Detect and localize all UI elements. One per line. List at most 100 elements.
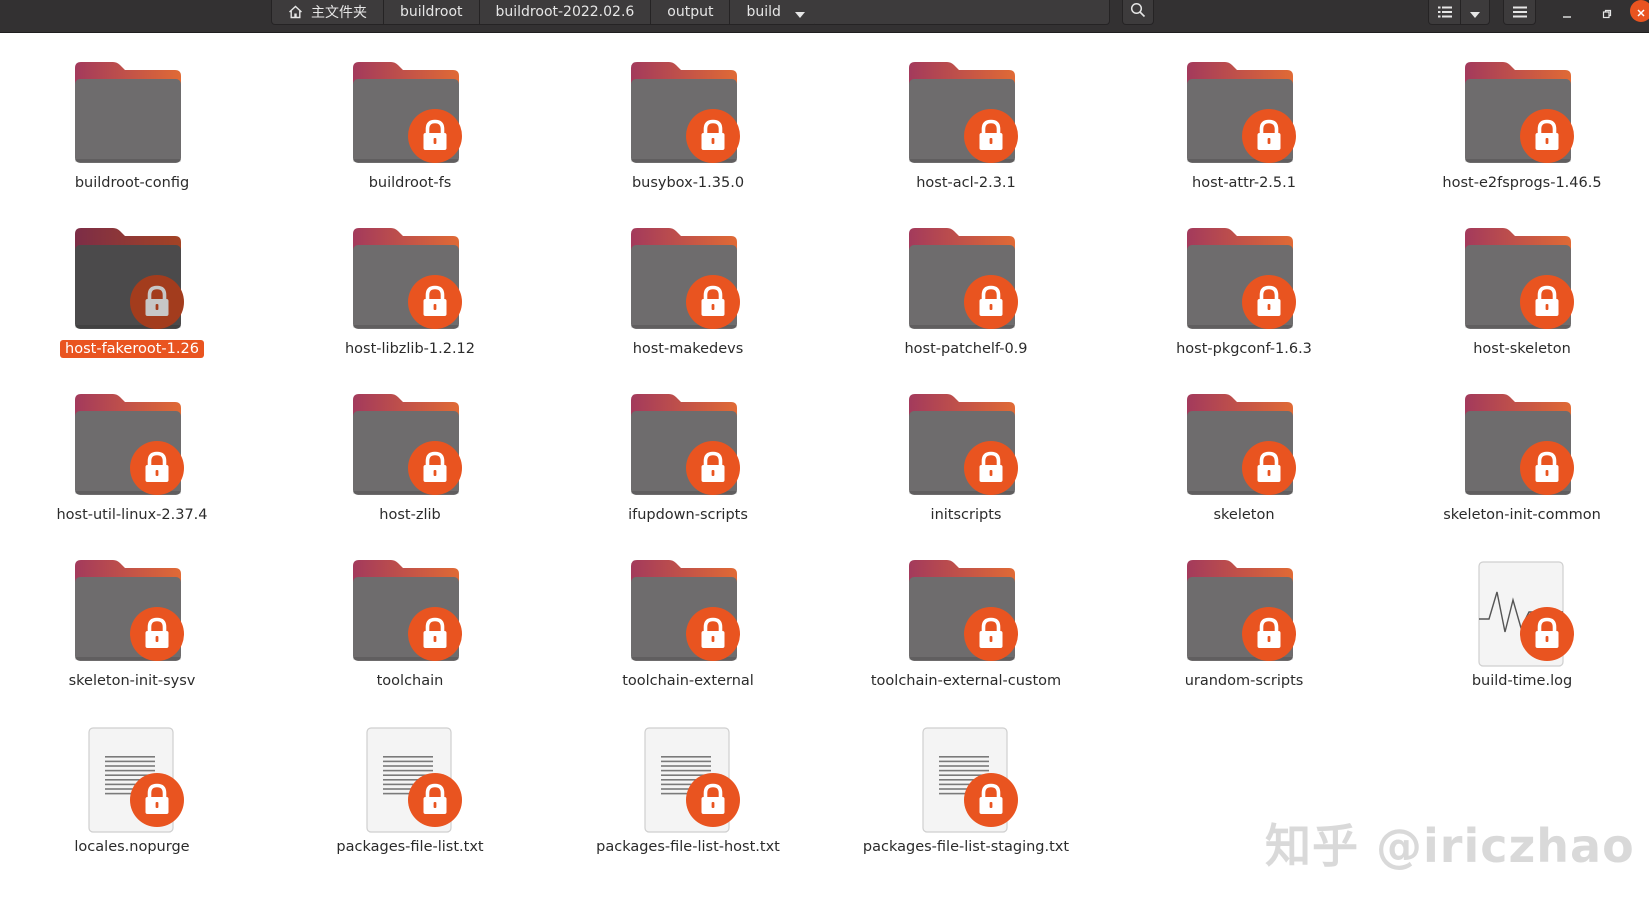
file-item-icon: [63, 720, 193, 840]
breadcrumb-label: build: [746, 4, 781, 20]
file-item-icon: [63, 388, 193, 508]
minimize-icon: [1562, 4, 1572, 23]
search-button[interactable]: [1122, 0, 1154, 25]
file-item[interactable]: host-util-linux-2.37.4: [0, 368, 260, 528]
file-item[interactable]: toolchain-external-custom: [834, 534, 1094, 694]
file-item[interactable]: urandom-scripts: [1112, 534, 1372, 694]
file-item-icon: [1453, 554, 1583, 674]
file-item-label: skeleton: [1112, 507, 1376, 523]
lock-icon: [1242, 607, 1296, 661]
main-menu-button[interactable]: [1503, 0, 1536, 25]
lock-icon: [686, 441, 740, 495]
file-item[interactable]: host-patchelf-0.9: [834, 202, 1094, 362]
file-item-name: buildroot-fs: [368, 175, 452, 191]
lock-icon: [1242, 441, 1296, 495]
file-item[interactable]: skeleton: [1112, 368, 1372, 528]
file-item-icon: [341, 222, 471, 342]
file-item-icon: [897, 388, 1027, 508]
file-item[interactable]: busybox-1.35.0: [556, 36, 816, 196]
file-item-name: urandom-scripts: [1184, 673, 1304, 689]
file-item[interactable]: buildroot-config: [0, 36, 260, 196]
file-item[interactable]: packages-file-list.txt: [278, 700, 538, 860]
file-item-name: toolchain-external-custom: [870, 673, 1062, 689]
file-item-icon: [63, 56, 193, 176]
chevron-down-icon: [1470, 3, 1480, 22]
path-bar-empty-area[interactable]: [815, 0, 1110, 25]
file-item[interactable]: build-time.log: [1390, 534, 1649, 694]
file-item-icon: [341, 720, 471, 840]
list-view-icon: [1437, 3, 1452, 22]
file-item-icon: [897, 554, 1027, 674]
file-item-name: host-patchelf-0.9: [904, 341, 1028, 357]
file-item-icon: [63, 554, 193, 674]
file-item-name: toolchain-external: [622, 673, 754, 689]
file-item-icon: [619, 56, 749, 176]
lock-icon: [408, 773, 462, 827]
file-item[interactable]: toolchain: [278, 534, 538, 694]
file-item[interactable]: toolchain-external: [556, 534, 816, 694]
file-item[interactable]: ifupdown-scripts: [556, 368, 816, 528]
folder-icon: [75, 62, 181, 163]
lock-icon: [1520, 441, 1574, 495]
breadcrumb-build[interactable]: build: [730, 0, 790, 24]
file-item[interactable]: buildroot-fs: [278, 36, 538, 196]
file-item[interactable]: host-acl-2.3.1: [834, 36, 1094, 196]
file-item[interactable]: skeleton-init-sysv: [0, 534, 260, 694]
file-item-label: urandom-scripts: [1112, 673, 1376, 689]
file-item[interactable]: host-attr-2.5.1: [1112, 36, 1372, 196]
file-item-name: host-skeleton: [1473, 341, 1571, 357]
breadcrumb-home[interactable]: 主文件夹: [272, 0, 384, 24]
file-item-label: host-skeleton: [1390, 341, 1649, 357]
file-item[interactable]: host-skeleton: [1390, 202, 1649, 362]
file-item[interactable]: host-e2fsprogs-1.46.5: [1390, 36, 1649, 196]
chevron-down-icon: [794, 3, 805, 22]
file-item-name: host-makedevs: [632, 341, 744, 357]
file-item[interactable]: packages-file-list-host.txt: [556, 700, 816, 860]
lock-icon: [130, 275, 184, 329]
minimize-button[interactable]: [1556, 2, 1578, 24]
file-item[interactable]: packages-file-list-staging.txt: [834, 700, 1094, 860]
view-toggle-button[interactable]: [1428, 0, 1461, 25]
file-item[interactable]: host-fakeroot-1.26: [0, 202, 260, 362]
lock-icon: [130, 773, 184, 827]
breadcrumb-buildroot[interactable]: buildroot: [384, 0, 480, 24]
file-item-label: host-libzlib-1.2.12: [278, 341, 542, 357]
lock-icon: [408, 275, 462, 329]
close-button[interactable]: [1630, 0, 1649, 22]
file-item[interactable]: host-pkgconf-1.6.3: [1112, 202, 1372, 362]
file-item-icon: [1453, 388, 1583, 508]
file-item-label: packages-file-list.txt: [278, 839, 542, 855]
file-item-label: packages-file-list-staging.txt: [834, 839, 1098, 855]
file-item-label: skeleton-init-common: [1390, 507, 1649, 523]
file-item-name: host-attr-2.5.1: [1192, 175, 1296, 191]
file-item[interactable]: host-makedevs: [556, 202, 816, 362]
file-item[interactable]: initscripts: [834, 368, 1094, 528]
file-item[interactable]: host-libzlib-1.2.12: [278, 202, 538, 362]
file-item-name: busybox-1.35.0: [631, 175, 745, 191]
file-item-icon: [619, 554, 749, 674]
close-icon: [1637, 2, 1645, 21]
lock-icon: [1242, 109, 1296, 163]
file-item[interactable]: skeleton-init-common: [1390, 368, 1649, 528]
lock-icon: [686, 109, 740, 163]
breadcrumb-home-label: 主文件夹: [311, 5, 367, 21]
restore-button[interactable]: [1596, 2, 1618, 24]
lock-icon: [408, 109, 462, 163]
lock-icon: [964, 109, 1018, 163]
file-item-name: packages-file-list.txt: [336, 839, 484, 855]
file-item-name: skeleton-init-common: [1443, 507, 1601, 523]
file-item-name: host-acl-2.3.1: [916, 175, 1016, 191]
file-item-name: locales.nopurge: [74, 839, 190, 855]
breadcrumb-dropdown-button[interactable]: [791, 0, 817, 24]
file-item-name: host-libzlib-1.2.12: [344, 341, 476, 357]
file-item-icon: [1453, 222, 1583, 342]
file-item[interactable]: host-zlib: [278, 368, 538, 528]
file-item-label: toolchain: [278, 673, 542, 689]
breadcrumb-label: output: [667, 4, 714, 20]
breadcrumb-output[interactable]: output: [651, 0, 731, 24]
file-item[interactable]: locales.nopurge: [0, 700, 260, 860]
file-item-name: initscripts: [930, 507, 1002, 523]
view-options-dropdown[interactable]: [1460, 0, 1490, 25]
lock-icon: [964, 773, 1018, 827]
breadcrumb-buildroot-version[interactable]: buildroot-2022.02.6: [480, 0, 652, 24]
